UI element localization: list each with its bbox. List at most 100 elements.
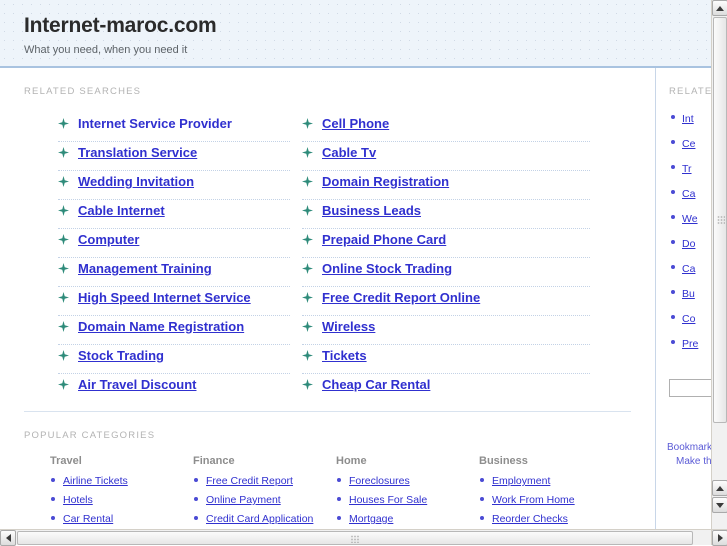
sidebar-list-item[interactable]: Int xyxy=(671,111,711,136)
category-list-item[interactable]: Foreclosures xyxy=(336,474,479,487)
sidebar-link[interactable]: Bu xyxy=(682,288,695,300)
related-search-item[interactable]: Cheap Car Rental xyxy=(302,374,590,403)
related-search-link[interactable]: Wedding Invitation xyxy=(78,174,194,189)
category-link[interactable]: Credit Card Application xyxy=(206,513,313,525)
scroll-down-button[interactable] xyxy=(712,497,727,513)
related-search-link[interactable]: Cable Internet xyxy=(78,203,165,218)
related-search-link[interactable]: Wireless xyxy=(322,319,375,334)
site-tagline: What you need, when you need it xyxy=(24,44,188,57)
vertical-scrollbar[interactable] xyxy=(711,0,727,529)
dot-bullet-icon xyxy=(194,478,198,482)
related-search-item[interactable]: Business Leads xyxy=(302,200,590,229)
sidebar-list-item[interactable]: Co xyxy=(671,311,711,336)
related-search-link[interactable]: Prepaid Phone Card xyxy=(322,232,446,247)
category-list-item[interactable]: Reorder Checks xyxy=(479,512,622,525)
related-search-item[interactable]: High Speed Internet Service xyxy=(58,287,290,316)
related-search-link[interactable]: Domain Registration xyxy=(322,174,449,189)
related-search-link[interactable]: Air Travel Discount xyxy=(78,377,196,392)
related-search-item[interactable]: Tickets xyxy=(302,345,590,374)
related-search-item[interactable]: Cable Tv xyxy=(302,142,590,171)
category-link[interactable]: Hotels xyxy=(63,494,93,506)
horizontal-scrollbar-thumb[interactable] xyxy=(17,531,693,545)
sidebar-list-item[interactable]: Ca xyxy=(671,186,711,211)
scroll-up-small-button[interactable] xyxy=(712,480,727,496)
sidebar-link[interactable]: We xyxy=(682,213,698,225)
star-bullet-icon xyxy=(58,263,69,274)
related-search-item[interactable]: Domain Registration xyxy=(302,171,590,200)
sidebar-link[interactable]: Ca xyxy=(682,263,695,275)
related-search-link[interactable]: Domain Name Registration xyxy=(78,319,244,334)
scroll-up-button[interactable] xyxy=(712,0,727,16)
scroll-right-button[interactable] xyxy=(712,530,727,546)
category-list-item[interactable]: Free Credit Report xyxy=(193,474,336,487)
related-search-link[interactable]: High Speed Internet Service xyxy=(78,290,251,305)
make-homepage-link[interactable]: Make thi xyxy=(667,455,711,469)
related-search-item[interactable]: Cell Phone xyxy=(302,113,590,142)
related-search-link[interactable]: Cheap Car Rental xyxy=(322,377,430,392)
related-search-item[interactable]: Translation Service xyxy=(58,142,290,171)
related-search-item[interactable]: Wireless xyxy=(302,316,590,345)
related-search-item[interactable]: Computer xyxy=(58,229,290,258)
category-link[interactable]: Online Payment xyxy=(206,494,281,506)
related-search-link[interactable]: Internet Service Provider xyxy=(78,116,232,131)
related-search-item[interactable]: Free Credit Report Online xyxy=(302,287,590,316)
category-list-item[interactable]: Mortgage xyxy=(336,512,479,525)
sidebar-link[interactable]: Co xyxy=(682,313,695,325)
sidebar-list-item[interactable]: Do xyxy=(671,236,711,261)
related-search-link[interactable]: Computer xyxy=(78,232,139,247)
category-link[interactable]: Free Credit Report xyxy=(206,475,293,487)
related-search-item[interactable]: Air Travel Discount xyxy=(58,374,290,403)
category-list-item[interactable]: Credit Card Application xyxy=(193,512,336,525)
sidebar-search-input[interactable] xyxy=(669,379,711,397)
bookmark-link[interactable]: Bookmark xyxy=(667,441,711,455)
related-search-link[interactable]: Free Credit Report Online xyxy=(322,290,480,305)
related-search-link[interactable]: Business Leads xyxy=(322,203,421,218)
related-search-link[interactable]: Translation Service xyxy=(78,145,197,160)
category-list-item[interactable]: Hotels xyxy=(50,493,193,506)
category-list-item[interactable]: Work From Home xyxy=(479,493,622,506)
related-search-item[interactable]: Domain Name Registration xyxy=(58,316,290,345)
related-search-link[interactable]: Cable Tv xyxy=(322,145,376,160)
category-link[interactable]: Reorder Checks xyxy=(492,513,568,525)
related-search-item[interactable]: Online Stock Trading xyxy=(302,258,590,287)
related-search-link[interactable]: Tickets xyxy=(322,348,367,363)
category-list-item[interactable]: Houses For Sale xyxy=(336,493,479,506)
sidebar-link[interactable]: Ca xyxy=(682,188,695,200)
sidebar-list-item[interactable]: Ce xyxy=(671,136,711,161)
sidebar-list-item[interactable]: Pre xyxy=(671,336,711,361)
sidebar-list-item[interactable]: Bu xyxy=(671,286,711,311)
related-search-item[interactable]: Internet Service Provider xyxy=(58,113,290,142)
sidebar-link[interactable]: Do xyxy=(682,238,695,250)
category-link[interactable]: Car Rental xyxy=(63,513,113,525)
sidebar-link[interactable]: Ce xyxy=(682,138,695,150)
category-list-item[interactable]: Employment xyxy=(479,474,622,487)
category-link[interactable]: Airline Tickets xyxy=(63,475,128,487)
related-search-item[interactable]: Wedding Invitation xyxy=(58,171,290,200)
category-link[interactable]: Employment xyxy=(492,475,550,487)
related-search-link[interactable]: Management Training xyxy=(78,261,212,276)
category-list-item[interactable]: Online Payment xyxy=(193,493,336,506)
related-search-link[interactable]: Stock Trading xyxy=(78,348,164,363)
related-search-item[interactable]: Stock Trading xyxy=(58,345,290,374)
sidebar-list-item[interactable]: Ca xyxy=(671,261,711,286)
sidebar-link[interactable]: Pre xyxy=(682,338,698,350)
scroll-left-button[interactable] xyxy=(0,530,16,546)
category-link[interactable]: Work From Home xyxy=(492,494,575,506)
sidebar-list-item[interactable]: We xyxy=(671,211,711,236)
related-search-link[interactable]: Cell Phone xyxy=(322,116,389,131)
popular-categories-grid: Travel Airline Tickets Hotels Car Rental xyxy=(0,441,655,529)
horizontal-scrollbar[interactable] xyxy=(0,529,711,546)
vertical-scrollbar-thumb[interactable] xyxy=(713,17,727,423)
category-list-item[interactable]: Car Rental xyxy=(50,512,193,525)
sidebar-link[interactable]: Tr xyxy=(682,163,692,175)
related-search-item[interactable]: Cable Internet xyxy=(58,200,290,229)
related-search-item[interactable]: Prepaid Phone Card xyxy=(302,229,590,258)
category-link[interactable]: Foreclosures xyxy=(349,475,410,487)
sidebar-link[interactable]: Int xyxy=(682,113,694,125)
related-search-link[interactable]: Online Stock Trading xyxy=(322,261,452,276)
sidebar-list-item[interactable]: Tr xyxy=(671,161,711,186)
category-link[interactable]: Houses For Sale xyxy=(349,494,427,506)
related-search-item[interactable]: Management Training xyxy=(58,258,290,287)
category-list-item[interactable]: Airline Tickets xyxy=(50,474,193,487)
category-link[interactable]: Mortgage xyxy=(349,513,393,525)
